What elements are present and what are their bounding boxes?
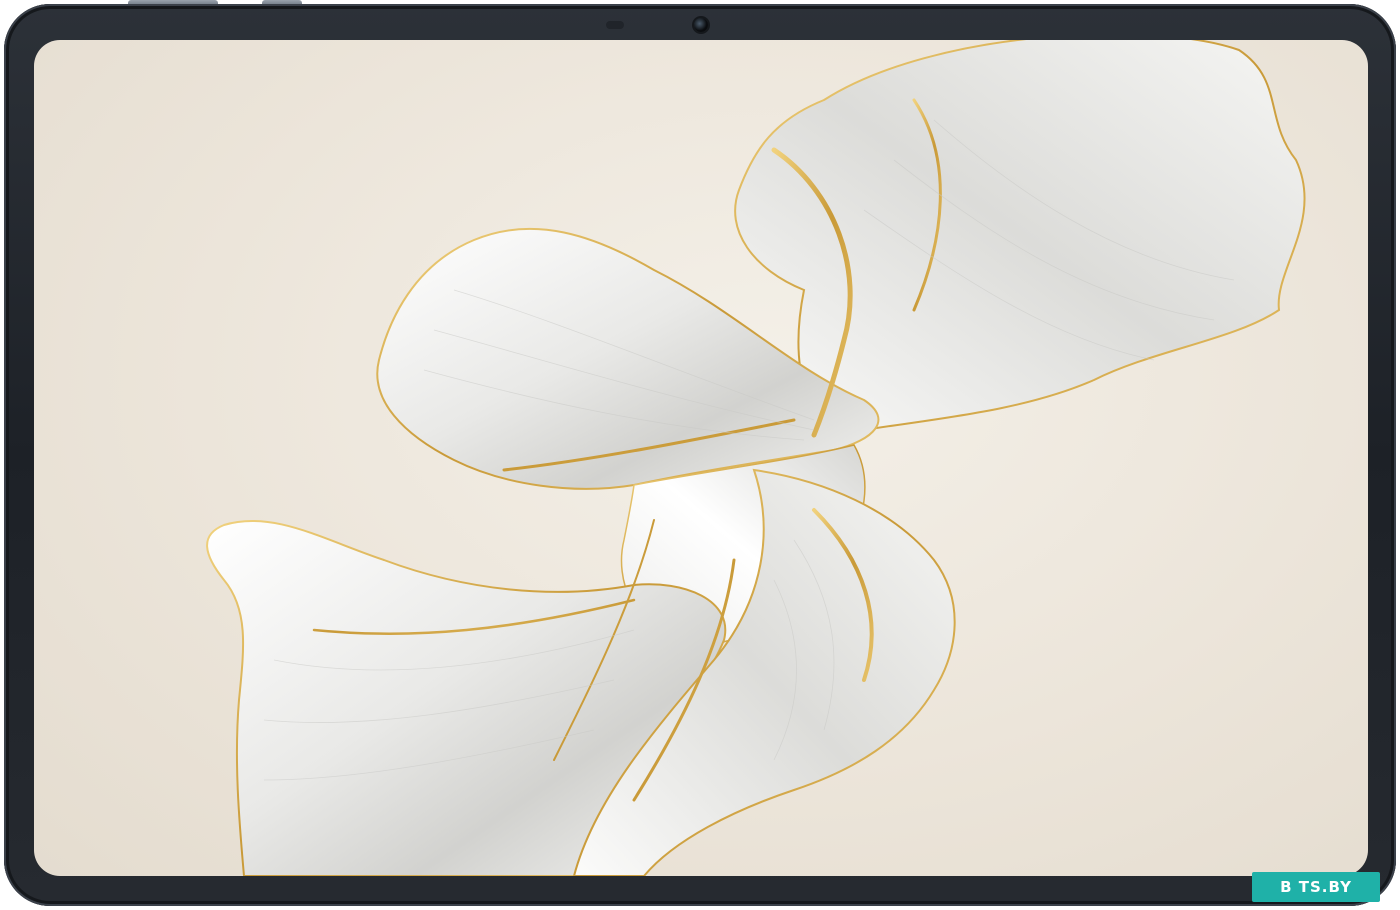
front-camera-icon: [694, 18, 708, 32]
tablet-screen: [34, 40, 1368, 876]
wallpaper-petal: [206, 40, 1306, 876]
product-image: B TS.BY: [0, 0, 1400, 910]
light-sensor: [606, 21, 624, 29]
tablet-frame: [4, 4, 1396, 906]
site-watermark: B TS.BY: [1252, 872, 1380, 902]
